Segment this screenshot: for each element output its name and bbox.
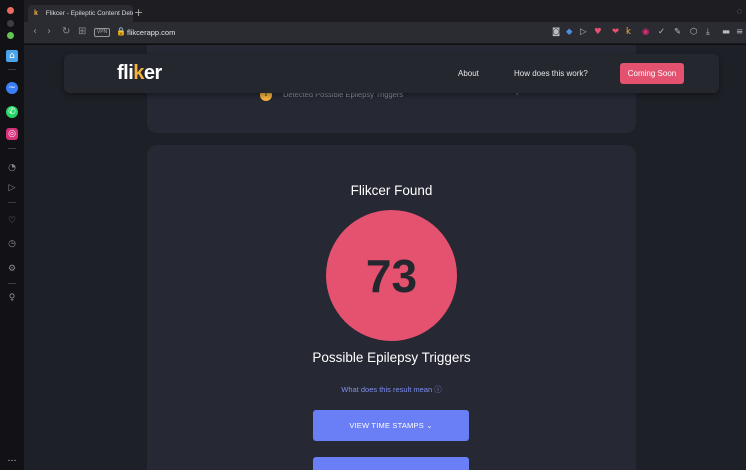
more-icon[interactable]: …	[6, 453, 18, 465]
home-icon[interactable]: ⌂	[6, 50, 18, 62]
battery-icon[interactable]: ▬	[722, 27, 730, 37]
tab-title: Flikcer - Epileptic Content Dete	[45, 10, 133, 17]
new-tab-button[interactable]: +	[134, 6, 143, 19]
view-time-stamps-button[interactable]: VIEW TIME STAMPS ⌄	[313, 410, 469, 441]
logo-mark: k	[133, 62, 144, 84]
download-icon[interactable]: ⤓	[706, 27, 710, 37]
close-window-button[interactable]	[7, 7, 14, 14]
nav-how-link[interactable]: How does this work?	[514, 69, 588, 78]
cube-icon[interactable]: ⬡	[690, 27, 697, 37]
vpn-badge[interactable]: VPN	[94, 28, 110, 37]
sidebar-divider	[8, 69, 16, 70]
settings-icon[interactable]: ⚙	[6, 263, 18, 275]
sidebar-divider	[8, 202, 16, 203]
nav-about-link[interactable]: About	[458, 69, 479, 78]
menu-icon[interactable]: ≡	[736, 27, 743, 37]
bulb-icon[interactable]: ♀	[6, 292, 18, 304]
check-ext-icon[interactable]: ✓	[658, 27, 665, 37]
coming-soon-button[interactable]: Coming Soon	[620, 63, 684, 84]
url-field[interactable]: flikcerapp.com	[127, 28, 175, 37]
whatsapp-icon[interactable]: ✆	[6, 106, 18, 118]
tab-strip: k Flikcer - Epileptic Content Dete + ◌	[24, 0, 746, 22]
browser-sidebar: ⌂ ~ ✆ ◎ ◔ ▷ ♡ ◷ ⚙ ♀ …	[0, 0, 24, 470]
tab-menu-icon[interactable]: ◌	[737, 6, 742, 16]
reload-icon[interactable]: ↻	[62, 26, 70, 37]
instagram-icon[interactable]: ◎	[6, 128, 18, 140]
modify-download-button[interactable]: MODIFY & DOWNLOAD	[313, 457, 469, 470]
camera-icon[interactable]: ◙	[552, 27, 560, 37]
history-icon[interactable]: ◷	[6, 238, 18, 250]
heart-icon[interactable]: ♡	[6, 215, 18, 227]
forward-icon[interactable]: ›	[47, 26, 51, 37]
speed-dial-icon[interactable]: ⊞	[78, 26, 86, 37]
result-heading: Flikcer Found	[350, 183, 433, 198]
send-icon[interactable]: ▷	[6, 182, 18, 194]
zoom-window-button[interactable]	[7, 32, 14, 39]
play-icon[interactable]: ▷	[580, 27, 587, 37]
logo-text: fli	[117, 62, 134, 84]
sidebar-divider	[8, 148, 16, 149]
messenger-icon[interactable]: ~	[6, 82, 18, 94]
browser-window: ⌂ ~ ✆ ◎ ◔ ▷ ♡ ◷ ⚙ ♀ … k Flikcer - Epilep…	[0, 0, 746, 470]
flikcer-logo[interactable]: fliker	[117, 62, 162, 85]
logo-text-end: er	[143, 62, 162, 84]
count-circle: 73	[326, 210, 457, 341]
address-bar: ‹ › ↻ ⊞ VPN 🔒 flikcerapp.com ◙ ◆ ▷ ♥ ❤ k…	[24, 22, 746, 44]
pen-icon[interactable]: ✎	[674, 27, 681, 37]
sidebar-divider	[8, 283, 16, 284]
flikcer-ext-icon[interactable]: k	[626, 27, 631, 37]
minimize-window-button[interactable]	[7, 20, 14, 27]
trigger-count: 73	[365, 249, 418, 302]
tab-flikcer[interactable]: k Flikcer - Epileptic Content Dete	[28, 5, 133, 22]
back-icon[interactable]: ‹	[33, 26, 37, 37]
result-label: Possible Epilepsy Triggers	[312, 350, 471, 365]
flikcer-favicon-icon: k	[34, 9, 38, 17]
bookmark-ext-icon[interactable]: ❤	[612, 27, 619, 37]
pocket-icon[interactable]: ◉	[642, 27, 649, 37]
player-icon[interactable]: ◔	[6, 162, 18, 174]
result-meaning-link[interactable]: What does this result mean ⓘ	[147, 384, 636, 395]
heart-ext-icon[interactable]: ♥	[594, 27, 602, 37]
site-header: fliker About How does this work? Coming …	[64, 54, 719, 93]
web-page: ! Detected Possible Epilepsy Triggers ✓ …	[24, 45, 746, 470]
lock-icon[interactable]: 🔒	[116, 27, 126, 36]
result-card: Flikcer Found 73 Possible Epilepsy Trigg…	[147, 145, 636, 470]
shield-icon[interactable]: ◆	[566, 27, 573, 37]
